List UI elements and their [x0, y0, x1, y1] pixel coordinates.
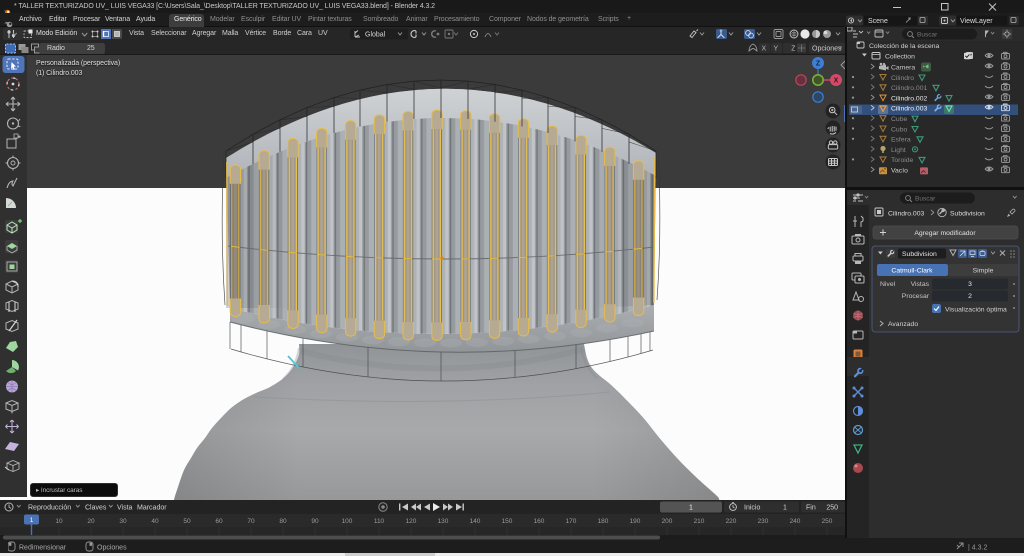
svg-text:Colección de la escena: Colección de la escena: [869, 43, 939, 50]
svg-text:Esfera: Esfera: [891, 137, 911, 144]
svg-text:30: 30: [119, 518, 127, 525]
svg-text:110: 110: [374, 518, 385, 525]
svg-text:Inicio: Inicio: [744, 505, 760, 512]
svg-text:250: 250: [822, 518, 833, 525]
svg-text:Y: Y: [774, 46, 779, 53]
svg-text:50: 50: [183, 518, 191, 525]
svg-text:Global: Global: [365, 32, 386, 39]
svg-text:Subdivision: Subdivision: [902, 251, 937, 258]
svg-text:Opciones: Opciones: [812, 46, 842, 53]
svg-text:Toroide: Toroide: [891, 157, 914, 164]
svg-text:Z: Z: [791, 46, 796, 53]
svg-text:80: 80: [279, 518, 287, 525]
svg-text:230: 230: [758, 518, 769, 525]
svg-text:150: 150: [502, 518, 513, 525]
svg-text:120: 120: [406, 518, 417, 525]
svg-text:ViewLayer: ViewLayer: [960, 18, 993, 25]
svg-text:Redimensionar: Redimensionar: [19, 545, 67, 552]
svg-text:Cubo: Cubo: [891, 126, 907, 133]
svg-text:220: 220: [726, 518, 737, 525]
svg-text:1: 1: [689, 505, 693, 512]
svg-text:130: 130: [438, 518, 449, 525]
svg-text:Agregar modificador: Agregar modificador: [914, 230, 976, 237]
svg-text:1: 1: [783, 505, 787, 512]
svg-text:Claves: Claves: [85, 505, 107, 512]
svg-text:40: 40: [151, 518, 159, 525]
svg-text:10: 10: [55, 518, 63, 525]
svg-text:Cube: Cube: [891, 116, 907, 123]
svg-text:20: 20: [87, 518, 95, 525]
svg-text:170: 170: [566, 518, 577, 525]
svg-text:1: 1: [30, 517, 34, 524]
svg-text:Reproducción: Reproducción: [28, 505, 71, 512]
svg-text:200: 200: [662, 518, 673, 525]
svg-text:Z: Z: [816, 61, 821, 68]
svg-text:Avanzado: Avanzado: [888, 321, 918, 328]
svg-text:140: 140: [470, 518, 481, 525]
svg-text:60: 60: [215, 518, 223, 525]
svg-text:Scene: Scene: [868, 18, 888, 25]
svg-text:3: 3: [968, 281, 972, 288]
svg-text:Collection: Collection: [885, 54, 915, 61]
svg-text:2: 2: [968, 293, 972, 300]
svg-text:Catmull-Clark: Catmull-Clark: [891, 268, 933, 275]
svg-text:Camera: Camera: [891, 65, 915, 72]
svg-text:Cilindro.001: Cilindro.001: [891, 85, 927, 92]
svg-text:Light: Light: [891, 147, 906, 154]
svg-text:Simple: Simple: [973, 268, 994, 275]
svg-text:Opciones: Opciones: [97, 545, 127, 552]
svg-text:Cilindro: Cilindro: [891, 75, 914, 82]
svg-text:Vacío: Vacío: [891, 168, 908, 175]
svg-text:Cilindro.003: Cilindro.003: [888, 211, 924, 218]
svg-text:Visualización óptima: Visualización óptima: [945, 307, 1007, 314]
svg-text:100: 100: [342, 518, 353, 525]
svg-text:70: 70: [247, 518, 255, 525]
svg-text:210: 210: [694, 518, 705, 525]
svg-text:Vista: Vista: [117, 505, 133, 512]
svg-text:180: 180: [598, 518, 609, 525]
svg-text:Buscar: Buscar: [915, 196, 936, 203]
svg-text:Procesar: Procesar: [902, 293, 930, 300]
svg-text:Marcador: Marcador: [137, 505, 167, 512]
svg-text:250: 250: [826, 505, 838, 512]
svg-text:| 4.3.2: | 4.3.2: [968, 545, 987, 552]
svg-text:X: X: [762, 46, 767, 53]
svg-text:240: 240: [790, 518, 801, 525]
svg-text:Buscar: Buscar: [917, 32, 938, 39]
svg-text:190: 190: [630, 518, 641, 525]
svg-text:160: 160: [534, 518, 545, 525]
svg-text:Cilindro.002: Cilindro.002: [891, 95, 927, 102]
svg-text:Cilindro.003: Cilindro.003: [891, 106, 927, 113]
svg-text:Fin: Fin: [806, 505, 816, 512]
svg-text:90: 90: [311, 518, 319, 525]
svg-text:Subdivision: Subdivision: [950, 211, 985, 218]
svg-text:Nivel: Nivel: [880, 281, 896, 288]
svg-text:X: X: [834, 78, 839, 85]
svg-text:Vistas: Vistas: [911, 281, 930, 288]
